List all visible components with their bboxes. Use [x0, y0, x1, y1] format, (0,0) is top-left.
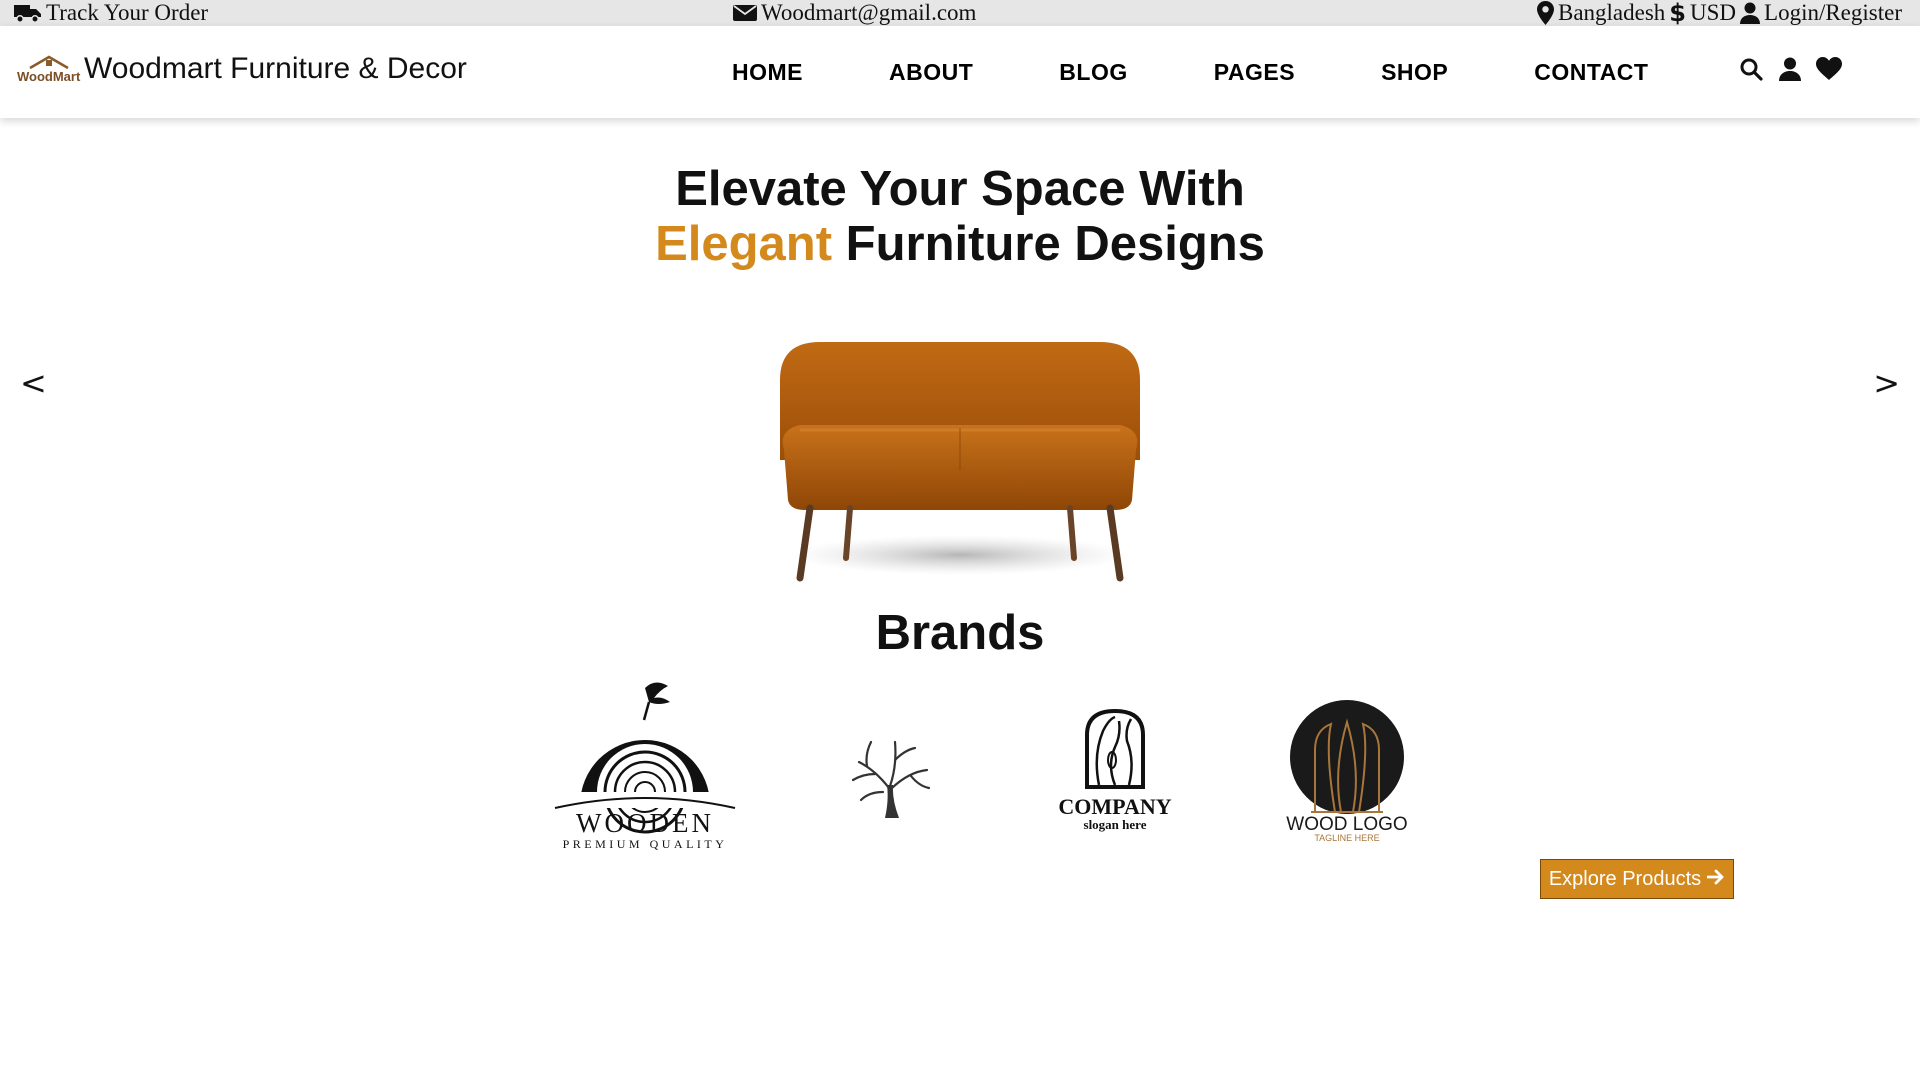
hero-title-line1: Elevate Your Space With [675, 162, 1245, 216]
envelope-icon [733, 4, 757, 22]
dollar-icon: $ [1669, 0, 1686, 27]
brand-logos: WOODEN PREMIUM QUALITY COMPANY slogan he… [0, 675, 1920, 855]
sofa-image [780, 342, 1140, 582]
nav-home[interactable]: HOME [732, 59, 803, 86]
top-bar: Track Your Order Woodmart@gmail.com Bang… [0, 0, 1920, 26]
logo-text: WoodMart [17, 69, 81, 84]
nav-about[interactable]: ABOUT [889, 59, 973, 86]
account-icon[interactable] [1777, 56, 1803, 82]
hero-title-accent: Elegant [655, 217, 833, 271]
email-link[interactable]: Woodmart@gmail.com [733, 0, 976, 26]
company-brand-name: COMPANY [1058, 794, 1171, 819]
topbar-right: Bangladesh $ USD Login/Register [1536, 0, 1902, 26]
brand-logo-wooden[interactable]: WOODEN PREMIUM QUALITY [550, 680, 740, 855]
brand-logo-company[interactable]: COMPANY slogan here [1055, 705, 1175, 840]
brand-name: Woodmart Furniture & Decor [84, 52, 467, 85]
woodmart-logo-icon: WoodMart [17, 55, 81, 84]
map-pin-icon [1536, 1, 1554, 25]
nav-pages[interactable]: PAGES [1214, 59, 1295, 86]
login-label: Login/Register [1764, 0, 1902, 25]
currency-selector[interactable]: $ USD [1669, 0, 1736, 26]
slider-next-button[interactable]: > [1873, 364, 1900, 402]
location-label: Bangladesh [1557, 0, 1666, 25]
login-register-link[interactable]: Login/Register [1740, 0, 1902, 26]
brand-logo-tree[interactable] [845, 730, 935, 820]
arrow-right-icon [1706, 868, 1725, 891]
header-icons [1738, 56, 1842, 82]
truck-icon [14, 3, 42, 23]
brands-heading: Brands [875, 606, 1045, 660]
hero-title-line2: Elegant Furniture Designs [0, 217, 1920, 272]
currency-label: USD [1690, 0, 1737, 25]
site-logo[interactable]: WoodMart Woodmart Furniture & Decor [16, 52, 467, 86]
main-header: WoodMart Woodmart Furniture & Decor HOME… [0, 26, 1920, 118]
main-nav: HOME ABOUT BLOG PAGES SHOP CONTACT [732, 59, 1648, 86]
hero-title-rest: Furniture Designs [832, 217, 1265, 271]
nav-blog[interactable]: BLOG [1059, 59, 1127, 86]
wooden-brand-tagline: PREMIUM QUALITY [563, 837, 728, 851]
nav-shop[interactable]: SHOP [1381, 59, 1448, 86]
email-text: Woodmart@gmail.com [761, 0, 977, 25]
woodlogo-brand-tagline: TAGLINE HERE [1314, 833, 1379, 843]
company-brand-tagline: slogan here [1084, 817, 1147, 832]
track-order-label: Track Your Order [46, 0, 209, 25]
track-order-link[interactable]: Track Your Order [14, 0, 208, 26]
hero-heading: Elevate Your Space With Elegant Furnitur… [0, 162, 1920, 272]
explore-products-label: Explore Products [1548, 867, 1702, 890]
heart-icon[interactable] [1816, 56, 1842, 82]
woodlogo-brand-name: WOOD LOGO [1286, 814, 1407, 835]
slider-prev-button[interactable]: < [20, 364, 47, 402]
user-icon [1740, 2, 1761, 24]
explore-products-button[interactable]: Explore Products [1540, 859, 1734, 899]
search-icon[interactable] [1738, 56, 1764, 82]
nav-contact[interactable]: CONTACT [1534, 59, 1648, 86]
location-selector[interactable]: Bangladesh [1536, 0, 1666, 26]
wooden-brand-name: WOODEN [576, 808, 714, 838]
brand-logo-woodlogo[interactable]: WOOD LOGO TAGLINE HERE [1285, 700, 1410, 845]
